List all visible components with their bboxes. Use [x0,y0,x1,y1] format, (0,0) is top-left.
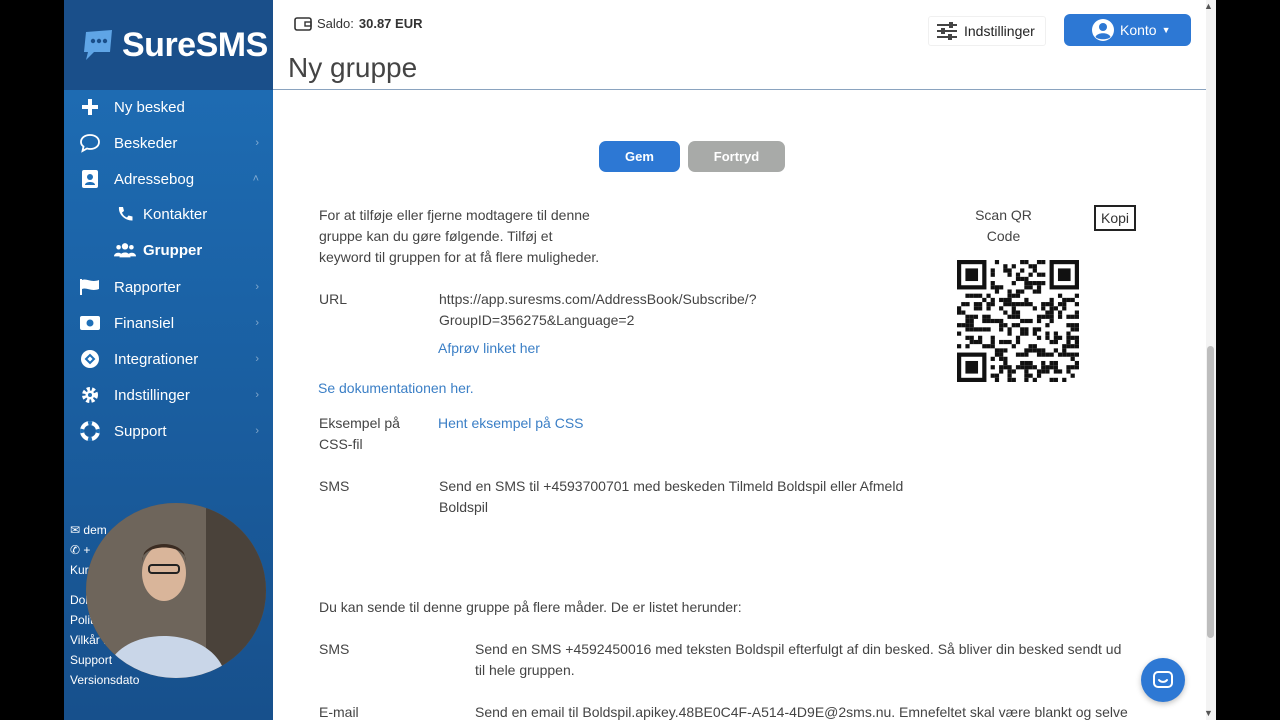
save-button[interactable]: Gem [599,141,680,172]
chevron-right-icon: › [255,353,259,365]
send-sms-instructions: Send en SMS +4592450016 med teksten Bold… [475,639,1155,681]
sidebar-item-label: Support [114,422,167,440]
main-content: Saldo: 30.87 EUR Indstillinger Konto ▼ N… [273,0,1216,720]
logo[interactable]: SureSMS [64,0,273,90]
send-email-instructions: Send en email til Boldspil.apikey.48BE0C… [475,704,1128,720]
user-avatar-icon [1092,19,1114,41]
users-icon [114,239,136,261]
documentation-link[interactable]: Se dokumentationen her. [318,378,474,399]
footer-email-text: dem [83,523,107,537]
css-label-line: Eksempel på [319,415,400,431]
header: Saldo: 30.87 EUR Indstillinger Konto ▼ N… [273,0,1216,90]
account-dropdown-button[interactable]: Konto ▼ [1064,14,1191,46]
sms-instructions: Send en SMS til +4593700701 med beskeden… [439,476,903,518]
sidebar-item-finansiel[interactable]: Finansiel › [64,305,273,341]
sidebar-item-rapporter[interactable]: Rapporter › [64,269,273,305]
wallet-icon [294,17,312,31]
intro-line: keyword til gruppen for at få flere muli… [319,249,600,265]
send-methods-intro: Du kan sende til denne gruppe på flere m… [319,599,742,615]
footer-versionsdato: Versionsdato [70,673,140,687]
brand-name: SureSMS [122,25,268,64]
plus-icon [79,96,101,118]
qr-label-line: Scan QR [975,207,1032,223]
sidebar-item-label: Beskeder [114,134,178,152]
integration-icon [79,348,101,370]
logo-chat-icon [84,30,112,60]
sliders-icon [937,22,957,40]
account-button-label: Konto [1120,22,1157,38]
lifebuoy-icon [79,420,101,442]
sidebar-item-support[interactable]: Support › [64,413,273,449]
sidebar-item-label: Grupper [143,241,203,259]
scrollbar-thumb[interactable] [1207,346,1214,638]
intro-text: For at tilføje eller fjerne modtagere ti… [319,205,599,268]
chat-bubble-icon [79,132,101,154]
css-label-line: CSS-fil [319,436,363,452]
balance-label: Saldo: [317,16,354,31]
sidebar-item-beskeder[interactable]: Beskeder › [64,125,273,161]
scroll-down-arrow-icon[interactable]: ▼ [1204,708,1213,718]
chevron-right-icon: › [255,137,259,149]
send-sms-label: SMS [319,641,350,657]
sidebar-item-label: Rapporter [114,278,181,296]
send-email-label: E-mail [319,704,359,720]
qr-code [957,260,1079,382]
sms-line: Send en SMS til +4593700701 med beskeden… [439,478,904,494]
caret-down-icon: ▼ [1161,25,1171,35]
sidebar-item-label: Adressebog [114,170,195,188]
settings-button-label: Indstillinger [964,23,1035,39]
try-link[interactable]: Afprøv linket her [438,338,540,359]
sidebar-item-adressebog[interactable]: Adressebog ˄ [64,161,273,197]
sidebar-item-grupper[interactable]: Grupper [64,232,273,268]
sidebar-item-label: Integrationer [114,350,199,368]
chevron-right-icon: › [255,425,259,437]
screen-border [1216,0,1280,720]
chat-widget-button[interactable] [1141,658,1185,702]
url-line: https://app.suresms.com/AddressBook/Subs… [439,291,757,307]
sms-label: SMS [319,478,350,494]
subscribe-url: https://app.suresms.com/AddressBook/Subs… [439,289,756,331]
footer-phone-text: + [83,543,91,557]
chevron-right-icon: › [255,389,259,401]
intro-line: gruppe kan du gøre følgende. Tilføj et [319,228,553,244]
webcam-overlay [86,503,266,678]
chevron-right-icon: › [255,281,259,293]
phone-icon [114,203,136,225]
sidebar-item-label: Ny besked [114,98,185,116]
money-icon [79,312,101,334]
intro-line: For at tilføje eller fjerne modtagere ti… [319,207,590,223]
chevron-right-icon: › [255,317,259,329]
address-book-icon [79,168,101,190]
presenter-silhouette [86,503,266,678]
css-download-link[interactable]: Hent eksempel på CSS [438,413,584,434]
settings-button[interactable]: Indstillinger [928,16,1046,46]
sidebar-item-kontakter[interactable]: Kontakter [64,196,273,232]
scroll-up-arrow-icon[interactable]: ▲ [1204,1,1213,11]
sidebar-item-integrationer[interactable]: Integrationer › [64,341,273,377]
balance-display: Saldo: 30.87 EUR [294,16,422,31]
cancel-button[interactable]: Fortryd [688,141,785,172]
phone-small-icon: ✆ [70,543,81,557]
qr-label: Scan QR Code [966,205,1041,247]
sidebar-item-ny-besked[interactable]: Ny besked [64,89,273,125]
send-sms-line: Send en SMS +4592450016 med teksten Bold… [475,641,1122,657]
chevron-up-icon: ˄ [252,173,259,185]
gear-icon [79,384,101,406]
sms-line: Boldspil [439,499,489,515]
sidebar-item-indstillinger[interactable]: Indstillinger › [64,377,273,413]
url-label: URL [319,291,348,307]
page-title: Ny gruppe [288,52,418,83]
css-example-label: Eksempel på CSS-fil [319,413,400,455]
copy-button[interactable]: Kopi [1094,205,1136,231]
envelope-icon: ✉ [70,523,81,537]
send-sms-line: til hele gruppen. [475,662,575,678]
balance-value: 30.87 EUR [358,16,423,31]
chat-icon [1153,671,1173,688]
sidebar-item-label: Kontakter [143,205,208,223]
sidebar-item-label: Indstillinger [114,386,190,404]
url-line: GroupID=356275&Language=2 [439,312,635,328]
qr-label-line: Code [986,228,1021,244]
sidebar-item-label: Finansiel [114,314,175,332]
flag-icon [79,276,101,298]
